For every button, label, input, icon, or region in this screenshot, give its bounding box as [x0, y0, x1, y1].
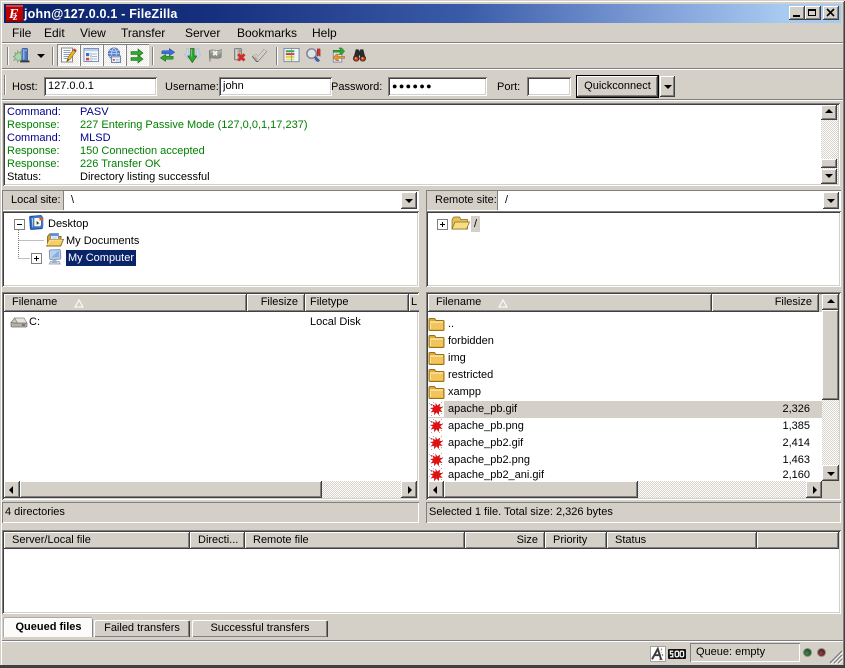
svg-text:z: z — [12, 11, 18, 22]
